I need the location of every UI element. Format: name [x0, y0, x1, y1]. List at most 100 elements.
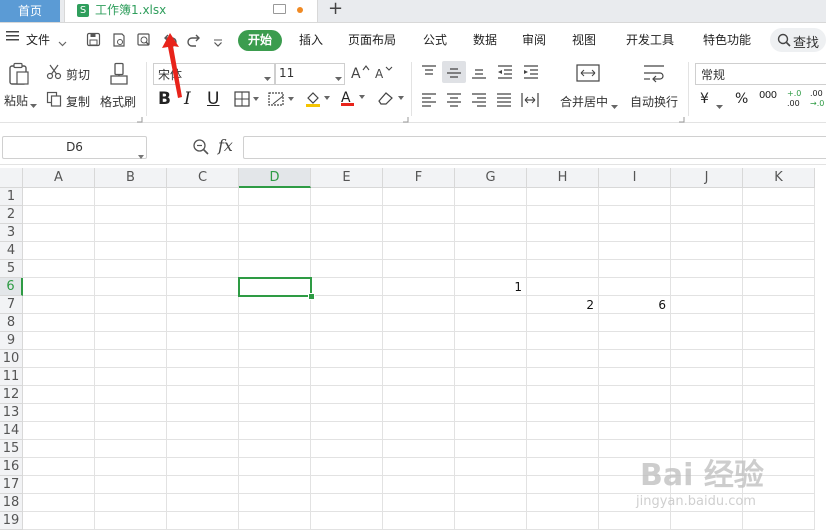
cell-c5[interactable] [167, 260, 239, 278]
cell-h14[interactable] [527, 422, 599, 440]
tab-special-features[interactable]: 特色功能 [703, 24, 751, 56]
cell-j6[interactable] [671, 278, 743, 296]
cell-d15[interactable] [239, 440, 311, 458]
currency-button[interactable]: ¥ [700, 91, 709, 107]
cell-h13[interactable] [527, 404, 599, 422]
cell-f7[interactable] [383, 296, 455, 314]
fill-pattern-icon[interactable] [268, 91, 296, 110]
cell-i1[interactable] [599, 188, 671, 206]
paste-button[interactable]: 粘贴 [4, 92, 28, 109]
cell-d7[interactable] [239, 296, 311, 314]
column-header-i[interactable]: I [599, 168, 671, 188]
cell-h12[interactable] [527, 386, 599, 404]
cell-g15[interactable] [455, 440, 527, 458]
cell-e9[interactable] [311, 332, 383, 350]
cell-a8[interactable] [23, 314, 95, 332]
cell-b6[interactable] [95, 278, 167, 296]
print-icon[interactable] [136, 32, 152, 51]
cell-a11[interactable] [23, 368, 95, 386]
cell-g11[interactable] [455, 368, 527, 386]
cell-g5[interactable] [455, 260, 527, 278]
cell-f15[interactable] [383, 440, 455, 458]
decrease-indent-icon[interactable] [496, 64, 514, 83]
cell-a9[interactable] [23, 332, 95, 350]
cell-a12[interactable] [23, 386, 95, 404]
cell-k9[interactable] [743, 332, 815, 350]
cell-d1[interactable] [239, 188, 311, 206]
decrease-font-icon[interactable]: A [374, 64, 394, 83]
cell-f9[interactable] [383, 332, 455, 350]
cell-h9[interactable] [527, 332, 599, 350]
cell-c8[interactable] [167, 314, 239, 332]
cell-d16[interactable] [239, 458, 311, 476]
cell-b17[interactable] [95, 476, 167, 494]
column-header-f[interactable]: F [383, 168, 455, 188]
row-header-17[interactable]: 17 [0, 476, 23, 494]
fill-color-icon[interactable] [304, 90, 332, 111]
cell-a2[interactable] [23, 206, 95, 224]
cell-g3[interactable] [455, 224, 527, 242]
align-center-icon[interactable] [445, 92, 463, 111]
cell-i12[interactable] [599, 386, 671, 404]
cell-a6[interactable] [23, 278, 95, 296]
align-right-icon[interactable] [470, 92, 488, 111]
cell-j14[interactable] [671, 422, 743, 440]
cell-k3[interactable] [743, 224, 815, 242]
cell-g12[interactable] [455, 386, 527, 404]
cell-a17[interactable] [23, 476, 95, 494]
cell-a15[interactable] [23, 440, 95, 458]
row-header-15[interactable]: 15 [0, 440, 23, 458]
cell-d4[interactable] [239, 242, 311, 260]
row-header-13[interactable]: 13 [0, 404, 23, 422]
monitor-icon[interactable] [273, 4, 286, 14]
cell-j7[interactable] [671, 296, 743, 314]
cell-e15[interactable] [311, 440, 383, 458]
cell-f10[interactable] [383, 350, 455, 368]
cell-h2[interactable] [527, 206, 599, 224]
cell-a4[interactable] [23, 242, 95, 260]
cell-j13[interactable] [671, 404, 743, 422]
cell-f19[interactable] [383, 512, 455, 530]
cell-b13[interactable] [95, 404, 167, 422]
cell-f8[interactable] [383, 314, 455, 332]
increase-indent-icon[interactable] [522, 64, 540, 83]
cell-k12[interactable] [743, 386, 815, 404]
cell-d5[interactable] [239, 260, 311, 278]
cell-c1[interactable] [167, 188, 239, 206]
cell-g19[interactable] [455, 512, 527, 530]
cell-b5[interactable] [95, 260, 167, 278]
cell-g14[interactable] [455, 422, 527, 440]
cell-k7[interactable] [743, 296, 815, 314]
cell-i14[interactable] [599, 422, 671, 440]
cell-g13[interactable] [455, 404, 527, 422]
cell-h18[interactable] [527, 494, 599, 512]
cell-h5[interactable] [527, 260, 599, 278]
row-header-9[interactable]: 9 [0, 332, 23, 350]
column-header-d[interactable]: D [239, 168, 311, 188]
print-preview-icon[interactable] [111, 32, 127, 51]
cell-i7[interactable]: 6 [599, 296, 671, 314]
align-left-icon[interactable] [420, 92, 438, 111]
cell-e18[interactable] [311, 494, 383, 512]
cell-c3[interactable] [167, 224, 239, 242]
column-header-j[interactable]: J [671, 168, 743, 188]
font-color-icon[interactable]: A [340, 89, 368, 110]
row-header-19[interactable]: 19 [0, 512, 23, 530]
row-header-3[interactable]: 3 [0, 224, 23, 242]
cell-h10[interactable] [527, 350, 599, 368]
font-launcher-icon[interactable] [402, 112, 409, 126]
cell-g6[interactable]: 1 [455, 278, 527, 296]
row-header-4[interactable]: 4 [0, 242, 23, 260]
customize-dropdown-icon[interactable] [213, 36, 223, 50]
cell-j3[interactable] [671, 224, 743, 242]
cell-c6[interactable] [167, 278, 239, 296]
tab-home[interactable]: 首页 [0, 0, 60, 22]
cell-e10[interactable] [311, 350, 383, 368]
cell-a13[interactable] [23, 404, 95, 422]
cell-k11[interactable] [743, 368, 815, 386]
increase-decimal-icon[interactable]: +.0.00 [787, 88, 807, 111]
distributed-align-icon[interactable] [520, 92, 540, 111]
align-top-icon[interactable] [420, 64, 438, 83]
cell-e1[interactable] [311, 188, 383, 206]
column-header-c[interactable]: C [167, 168, 239, 188]
